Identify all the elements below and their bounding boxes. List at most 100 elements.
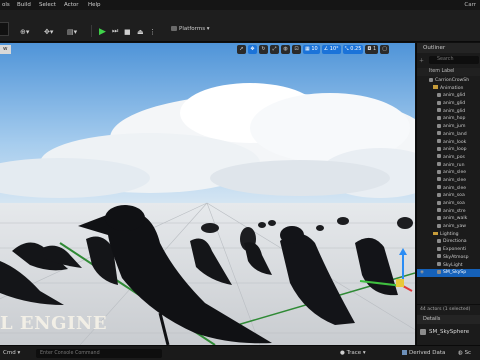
skeletal-mesh-icon [437, 200, 441, 205]
cinematics-button[interactable]: ▤▾ [67, 27, 77, 36]
outliner-row[interactable]: anim_stre [417, 208, 480, 216]
toolbar-mode-frame [0, 22, 9, 36]
translate-mode-button[interactable]: ✥ [248, 45, 257, 54]
atmosphere-icon [437, 254, 441, 259]
cursor-icon: ➚ [239, 46, 244, 52]
outliner-row[interactable]: anim_yaw [417, 223, 480, 231]
scale-mode-button[interactable]: ⤢ [270, 45, 279, 54]
skeletal-mesh-icon [437, 162, 441, 167]
outliner-row[interactable]: anim_glid [417, 92, 480, 100]
menu-help[interactable]: Help [88, 2, 101, 8]
rotate-icon: ↻ [261, 46, 266, 52]
static-mesh-icon [437, 269, 441, 274]
move-icon: ✥ [250, 46, 255, 52]
derived-data-icon [402, 350, 407, 355]
viewport-toolbar: ➚ ✥ ↻ ⤢ ◍ ⊡ ▦ 10 ∠ 10° ⤡ 0.25 ◘ 1 ▢ [237, 45, 390, 54]
outliner-row-level[interactable]: CarrionCrowSh [417, 77, 480, 85]
outliner-row[interactable]: SkyLight [417, 262, 480, 270]
outliner-row[interactable]: anim_soa [417, 200, 480, 208]
scale-snap-button[interactable]: ⤡ 0.25 [342, 45, 364, 54]
add-content-button[interactable]: ⊕▾ [20, 27, 29, 36]
camera-speed-button[interactable]: ◘ 1 [365, 45, 379, 54]
add-actor-icon: ⊕▾ [20, 27, 30, 36]
outliner-row[interactable]: anim_walk [417, 215, 480, 223]
blueprint-icon: ✥▾ [44, 27, 54, 36]
details-title: Details [423, 316, 441, 322]
outliner-title: Outliner [423, 45, 446, 51]
outliner-row[interactable]: anim_glid [417, 100, 480, 108]
viewport-scene [0, 43, 415, 345]
outliner-tree: CarrionCrowSh Animation anim_glid anim_g… [417, 77, 480, 277]
outliner-row[interactable]: anim_jum [417, 123, 480, 131]
skip-button[interactable]: ⏭ [112, 27, 118, 36]
outliner-row[interactable]: anim_soa [417, 192, 480, 200]
outliner-row[interactable]: anim_land [417, 131, 480, 139]
outliner-row[interactable]: anim_run [417, 162, 480, 170]
outliner-column-header[interactable]: Item Label [417, 68, 480, 76]
skylight-icon [437, 262, 441, 266]
light-icon [437, 238, 441, 243]
platforms-dropdown[interactable]: Platforms ▾ [171, 26, 210, 32]
project-name: Carr [464, 2, 476, 8]
trace-button[interactable]: ● Trace ▾ [340, 350, 366, 356]
outliner-row[interactable]: anim_pos [417, 154, 480, 162]
outliner-row[interactable]: anim_glid [417, 108, 480, 116]
derived-data-button[interactable]: Derived Data [402, 350, 445, 356]
outliner-row[interactable]: anim_slee [417, 169, 480, 177]
surface-snap-button[interactable]: ⊡ [292, 45, 301, 54]
scale-icon: ⤢ [272, 46, 277, 52]
blueprint-button[interactable]: ✥▾ [44, 27, 53, 36]
play-button[interactable]: ▶ [99, 27, 106, 37]
outliner-row[interactable]: anim_loop [417, 146, 480, 154]
outliner-row-selected[interactable]: ◉ SM_SkySp [417, 269, 480, 277]
select-mode-button[interactable]: ➚ [237, 45, 246, 54]
outliner-add-button[interactable]: ＋ [419, 57, 424, 64]
play-options-button[interactable]: ⋮ [149, 27, 156, 36]
eject-icon: ⏏ [137, 27, 144, 36]
outliner-row-folder[interactable]: Animation [417, 85, 480, 93]
menu-select[interactable]: Select [39, 2, 56, 8]
unreal-editor-window: ols Build Select Actor Help Carr ⊕▾ ✥▾ ▤… [0, 0, 480, 360]
outliner-row[interactable]: anim_slee [417, 185, 480, 193]
details-header: Details [417, 315, 480, 324]
skeletal-mesh-icon [437, 146, 441, 151]
menu-actor[interactable]: Actor [64, 2, 78, 8]
skeletal-mesh-icon [437, 185, 441, 190]
menu-tools[interactable]: ols [2, 2, 10, 8]
outliner-row[interactable]: SkyAtmosp [417, 254, 480, 262]
level-viewport[interactable]: w ➚ ✥ ↻ ⤢ ◍ ⊡ ▦ 10 ∠ 10° ⤡ 0.25 ◘ 1 ▢ L … [0, 43, 415, 345]
outliner-row-folder[interactable]: Lighting [417, 231, 480, 239]
menu-bar: ols Build Select Actor Help Carr [0, 0, 480, 10]
outliner-row[interactable]: anim_hop [417, 115, 480, 123]
outliner-search-input[interactable]: Search [429, 56, 479, 64]
details-object-name[interactable]: SM_SkySphere [417, 326, 480, 338]
skeletal-mesh-icon [437, 139, 441, 143]
globe-icon: ◍ [283, 46, 288, 52]
outliner-row[interactable]: Directiona [417, 238, 480, 246]
viewport-mode-tag[interactable]: w [0, 45, 11, 54]
fog-icon [437, 246, 441, 251]
skip-forward-icon: ⏭ [112, 27, 119, 35]
outliner-row[interactable]: Exponenti [417, 246, 480, 254]
world-local-button[interactable]: ◍ [281, 45, 290, 54]
scale-snap-value: 0.25 [350, 46, 362, 52]
cmd-dropdown[interactable]: Cmd ▾ [3, 350, 20, 356]
stop-button[interactable]: ■ [124, 27, 131, 36]
skeletal-mesh-icon [437, 115, 441, 120]
outliner-row[interactable]: anim_look [417, 139, 480, 147]
eye-icon[interactable]: ◉ [420, 269, 424, 277]
menu-build[interactable]: Build [17, 2, 31, 8]
eject-button[interactable]: ⏏ [137, 27, 144, 36]
skeletal-mesh-icon [437, 223, 441, 228]
skeletal-mesh-icon [437, 177, 441, 182]
viewport-layout-button[interactable]: ▢ [380, 45, 390, 54]
rotate-mode-button[interactable]: ↻ [259, 45, 268, 54]
console-command-input[interactable]: Enter Console Command [36, 349, 162, 358]
rotation-snap-button[interactable]: ∠ 10° [321, 45, 341, 54]
skeletal-mesh-icon [437, 154, 441, 159]
grid-snap-button[interactable]: ▦ 10 [303, 45, 320, 54]
source-control-button[interactable]: ◍ Sc [458, 350, 471, 356]
level-icon [429, 77, 433, 82]
outliner-row[interactable]: anim_slee [417, 177, 480, 185]
scale-snap-icon: ⤡ [344, 46, 349, 52]
